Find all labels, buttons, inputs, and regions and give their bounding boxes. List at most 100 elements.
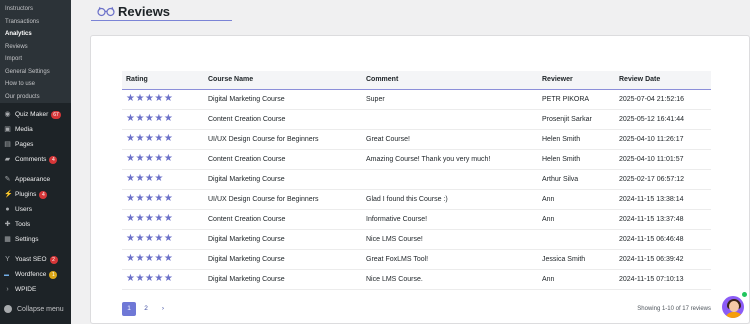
submenu-item-general-settings[interactable]: General Settings — [0, 66, 71, 79]
reviewer-cell: Jessica Smith — [538, 249, 615, 270]
quiz-icon: ◉ — [4, 111, 11, 118]
menu-item-quiz-maker[interactable]: ◉ Quiz Maker 67 — [0, 107, 71, 122]
menu-item-users[interactable]: ● Users — [0, 202, 71, 217]
comments-icon: ▰ — [4, 156, 11, 163]
sidebar-main-menu: ◉ Quiz Maker 67 ▣ Media ▤ Pages ▰ Commen… — [0, 103, 71, 297]
rating-cell: ★★★★★ — [122, 109, 204, 130]
date-cell: 2024-11-15 06:39:42 — [615, 249, 711, 270]
reviews-panel: Rating Course Name Comment Reviewer Revi… — [90, 35, 750, 324]
star-rating-icon: ★★★★★ — [126, 253, 174, 264]
submenu-item-import[interactable]: Import — [0, 53, 71, 66]
comment-cell: Amazing Course! Thank you very much! — [362, 149, 538, 170]
notification-badge: 4 — [39, 190, 48, 199]
menu-label: Wordfence — [15, 271, 47, 278]
notification-badge: 4 — [49, 155, 58, 164]
results-count: Showing 1-10 of 17 reviews — [637, 306, 711, 312]
menu-label: WPIDE — [15, 286, 37, 293]
menu-label: Settings — [15, 236, 39, 243]
table-row: ★★★★★ Content Creation Course Prosenjit Sa… — [122, 109, 711, 130]
star-rating-icon: ★★★★★ — [126, 273, 174, 284]
menu-item-media[interactable]: ▣ Media — [0, 122, 71, 137]
column-header-rating[interactable]: Rating — [122, 71, 204, 89]
reviewer-cell: Helen Smith — [538, 149, 615, 170]
table-body: ★★★★★ Digital Marketing Course Super PETR P… — [122, 89, 711, 290]
column-header-course[interactable]: Course Name — [204, 71, 362, 89]
rating-cell: ★★★★★ — [122, 209, 204, 230]
menu-item-wordfence[interactable]: ▬ Wordfence 1 — [0, 267, 71, 282]
date-cell: 2025-04-10 11:26:17 — [615, 129, 711, 150]
online-status-dot — [742, 292, 747, 297]
star-rating-icon: ★★★★★ — [126, 233, 174, 244]
course-cell: UI/UX Design Course for Beginners — [204, 189, 362, 210]
table-row: ★★★★★ UI/UX Design Course for Beginners Gl… — [122, 189, 711, 210]
reviewer-cell: Ann — [538, 189, 615, 210]
rating-cell: ★★★★ — [122, 169, 204, 190]
menu-label: Pages — [15, 141, 34, 148]
course-cell: Digital Marketing Course — [204, 169, 362, 190]
menu-item-tools[interactable]: ✚ Tools — [0, 217, 71, 232]
submenu-item-instructors[interactable]: Instructors — [0, 3, 71, 16]
reviewer-cell: Ann — [538, 209, 615, 230]
page-title: Reviews — [118, 4, 171, 19]
table-row: ★★★★★ Content Creation Course Amazing Cour… — [122, 149, 711, 170]
reviewer-cell: Arthur Silva — [538, 169, 615, 190]
next-page-button[interactable]: › — [156, 302, 170, 316]
avatar[interactable] — [720, 294, 746, 320]
course-cell: Digital Marketing Course — [204, 229, 362, 250]
collapse-label: Collapse menu — [17, 305, 64, 313]
submenu-item-transactions[interactable]: Transactions — [0, 16, 71, 29]
collapse-menu-button[interactable]: Collapse menu — [4, 305, 64, 313]
rating-cell: ★★★★★ — [122, 269, 204, 290]
wordfence-icon: ▬ — [4, 271, 9, 278]
menu-label: Tools — [15, 221, 31, 228]
date-cell: 2025-02-17 06:57:12 — [615, 169, 711, 190]
column-header-date[interactable]: Review Date — [615, 71, 711, 89]
reviews-table: Rating Course Name Comment Reviewer Revi… — [122, 71, 711, 290]
submenu-item-reviews[interactable]: Reviews — [0, 41, 71, 54]
rating-cell: ★★★★★ — [122, 129, 204, 150]
comment-cell: Nice LMS Course. — [362, 269, 538, 290]
table-row: ★★★★★ Digital Marketing Course Great FoxLM… — [122, 249, 711, 270]
submenu-item-our-products[interactable]: Our products — [0, 91, 71, 104]
reviewer-cell: PETR PIKORA — [538, 89, 615, 110]
comment-cell: Great Course! — [362, 129, 538, 150]
reviewer-cell: Helen Smith — [538, 129, 615, 150]
collapse-icon — [4, 305, 12, 313]
table-header-row: Rating Course Name Comment Reviewer Revi… — [122, 71, 711, 89]
date-cell: 2024-11-15 13:38:14 — [615, 189, 711, 210]
reviewer-cell: Ann — [538, 269, 615, 290]
comment-cell: Nice LMS Course! — [362, 229, 538, 250]
menu-item-plugins[interactable]: ⚡ Plugins 4 — [0, 187, 71, 202]
course-cell: UI/UX Design Course for Beginners — [204, 129, 362, 150]
column-header-reviewer[interactable]: Reviewer — [538, 71, 615, 89]
submenu-item-analytics[interactable]: Analytics — [0, 28, 71, 41]
menu-item-wpide[interactable]: › WPIDE — [0, 282, 71, 297]
menu-item-yoast[interactable]: Y Yoast SEO 2 — [0, 252, 71, 267]
wrench-icon: ✚ — [4, 221, 11, 228]
submenu-item-how-to-use[interactable]: How to use — [0, 78, 71, 91]
sidebar-submenu: Instructors Transactions Analytics Revie… — [0, 0, 71, 103]
comment-cell — [362, 109, 538, 130]
pagination: 1 2 › — [122, 302, 170, 316]
menu-item-settings[interactable]: ▦ Settings — [0, 232, 71, 247]
page-button-1[interactable]: 1 — [122, 302, 136, 316]
menu-item-appearance[interactable]: ✎ Appearance — [0, 172, 71, 187]
star-rating-icon: ★★★★ — [126, 173, 164, 184]
column-header-comment[interactable]: Comment — [362, 71, 538, 89]
menu-item-comments[interactable]: ▰ Comments 4 — [0, 152, 71, 167]
date-cell: 2024-11-15 06:46:48 — [615, 229, 711, 250]
menu-label: Quiz Maker — [15, 111, 49, 118]
media-icon: ▣ — [4, 126, 11, 133]
menu-label: Users — [15, 206, 32, 213]
rating-cell: ★★★★★ — [122, 189, 204, 210]
table-row: ★★★★★ Digital Marketing Course Super PETR P… — [122, 89, 711, 110]
table-row: ★★★★★ Content Creation Course Informative … — [122, 209, 711, 230]
menu-label: Plugins — [15, 191, 37, 198]
menu-item-pages[interactable]: ▤ Pages — [0, 137, 71, 152]
page-button-2[interactable]: 2 — [139, 302, 153, 316]
table-row: ★★★★★ UI/UX Design Course for Beginners Gr… — [122, 129, 711, 150]
star-rating-icon: ★★★★★ — [126, 113, 174, 124]
course-cell: Digital Marketing Course — [204, 249, 362, 270]
course-cell: Digital Marketing Course — [204, 269, 362, 290]
notification-badge: 67 — [51, 110, 61, 119]
